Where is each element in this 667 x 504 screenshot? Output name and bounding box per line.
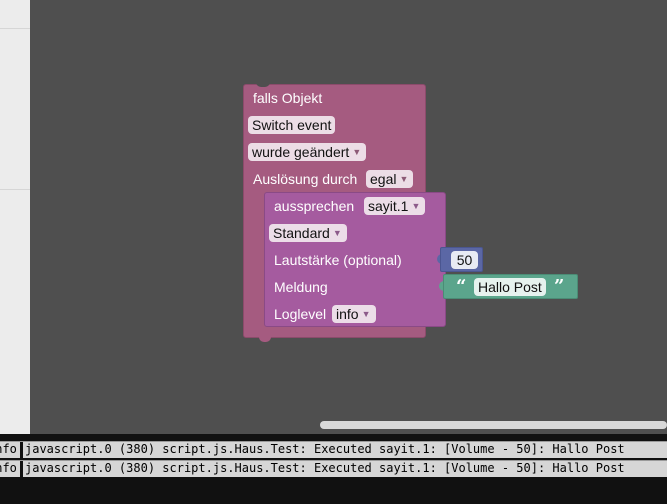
dropdown-arrow-icon: ▼: [361, 309, 371, 319]
log-console: info javascript.0 (380) script.js.Haus.T…: [0, 434, 667, 504]
log-row: info javascript.0 (380) script.js.Haus.T…: [0, 441, 667, 458]
speak-label: aussprechen: [274, 198, 355, 214]
log-separator: [20, 461, 23, 477]
side-panel-divider: [0, 189, 30, 190]
trigger-dropdown[interactable]: egal ▼: [366, 170, 414, 188]
message-label: Meldung: [274, 279, 328, 295]
loglevel-dropdown[interactable]: info ▼: [332, 305, 376, 323]
condition-value: wurde geändert: [252, 144, 350, 160]
voice-value: Standard: [273, 225, 330, 241]
trigger-value: egal: [370, 171, 397, 187]
log-message: javascript.0 (380) script.js.Haus.Test: …: [25, 442, 625, 456]
quote-close-icon: ”: [554, 276, 565, 297]
quote-open-icon: “: [456, 276, 467, 297]
condition-dropdown[interactable]: wurde geändert ▼: [248, 143, 367, 161]
log-message: javascript.0 (380) script.js.Haus.Test: …: [25, 461, 625, 475]
loglevel-label: Loglevel: [274, 306, 327, 322]
log-level: info: [0, 442, 17, 456]
trigger-header: falls Objekt: [253, 90, 323, 106]
horizontal-scrollbar[interactable]: [320, 421, 667, 429]
object-id-field[interactable]: Switch event: [248, 116, 336, 134]
log-separator: [20, 442, 23, 458]
loglevel-value: info: [336, 306, 359, 322]
trigger-label: Auslösung durch: [253, 171, 358, 187]
dropdown-arrow-icon: ▼: [411, 201, 421, 211]
log-level: info: [0, 461, 17, 475]
dropdown-arrow-icon: ▼: [332, 228, 342, 238]
instance-value: sayit.1: [368, 198, 409, 214]
message-text-field[interactable]: Hallo Post: [474, 278, 546, 296]
voice-dropdown[interactable]: Standard ▼: [269, 224, 347, 242]
dropdown-arrow-icon: ▼: [399, 174, 409, 184]
dropdown-arrow-icon: ▼: [352, 147, 362, 157]
side-panel: [0, 0, 30, 434]
volume-number-field[interactable]: 50: [451, 251, 478, 269]
log-row: info javascript.0 (380) script.js.Haus.T…: [0, 460, 667, 477]
volume-label: Lautstärke (optional): [274, 252, 402, 268]
instance-dropdown[interactable]: sayit.1 ▼: [364, 197, 426, 215]
side-panel-divider: [0, 28, 30, 29]
